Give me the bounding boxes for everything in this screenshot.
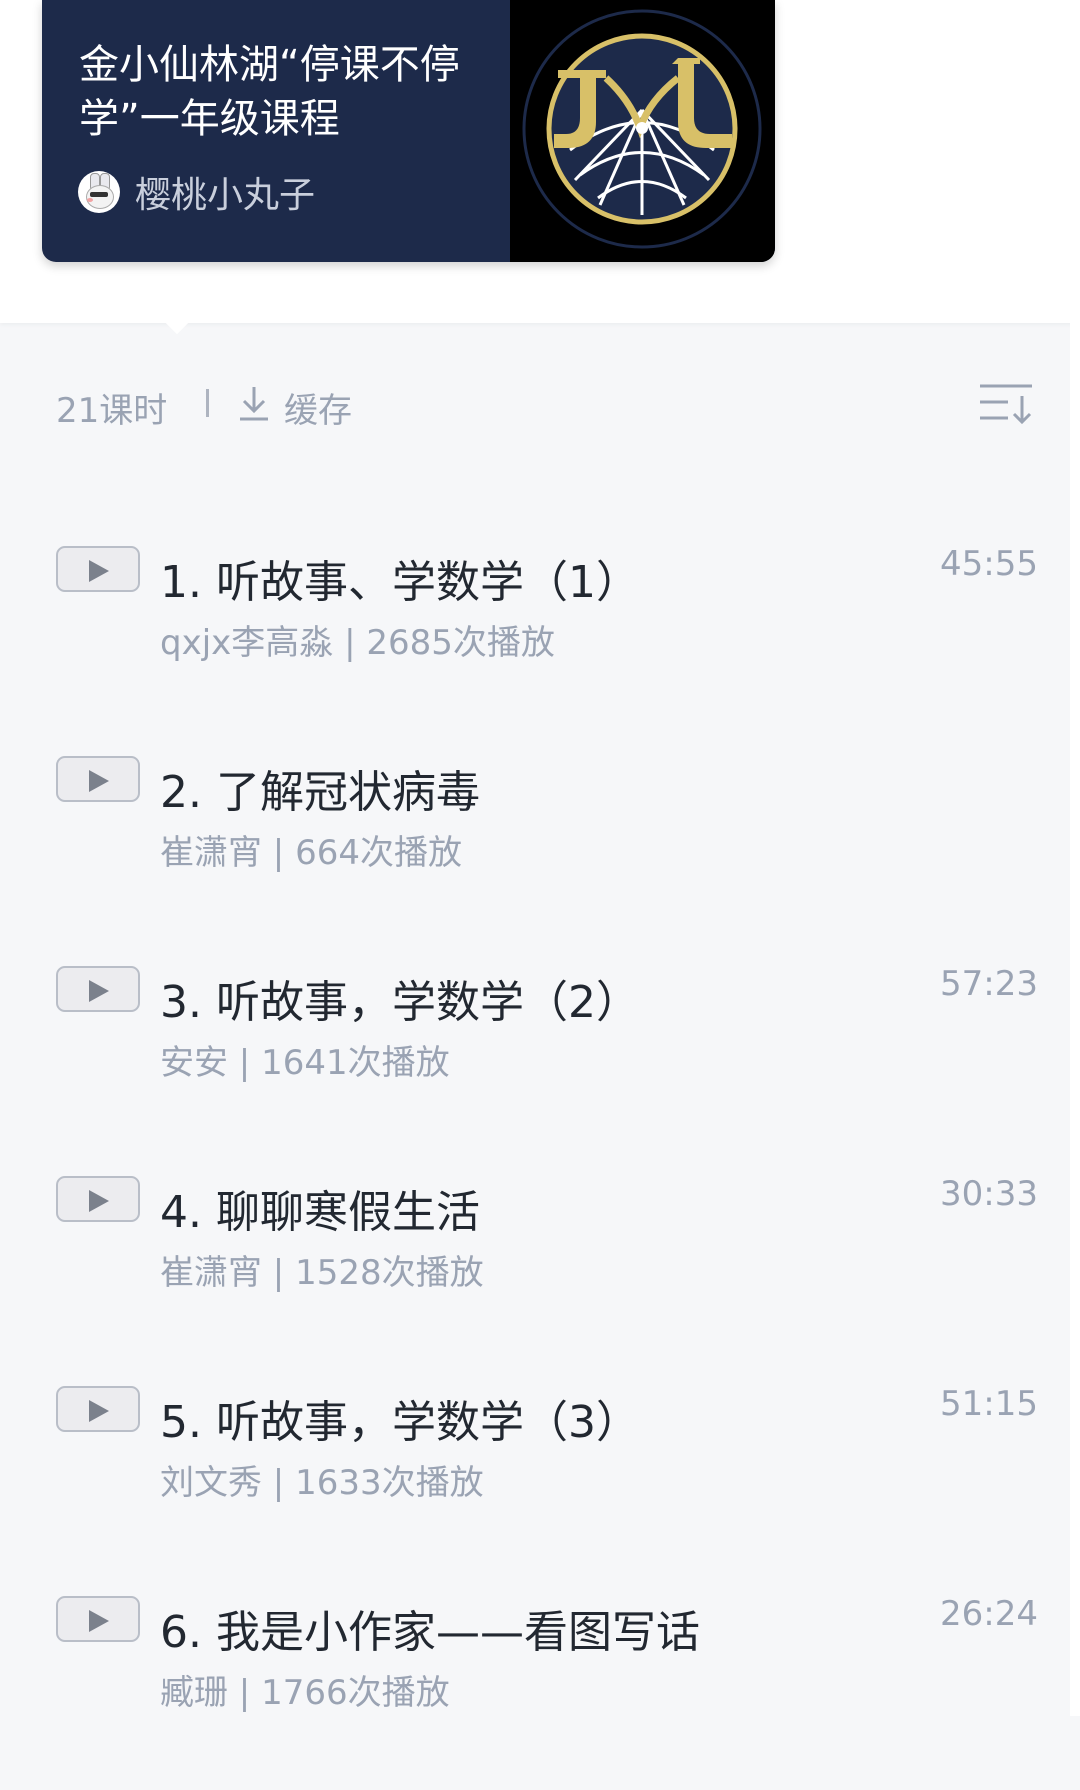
- download-icon[interactable]: [236, 383, 272, 423]
- play-icon[interactable]: [56, 756, 140, 802]
- lesson-title: 4. 聊聊寒假生活: [160, 1187, 480, 1238]
- lesson-row-4[interactable]: 4. 聊聊寒假生活 崔潇宵 | 1528次播放 30:33: [0, 1160, 1080, 1370]
- lesson-duration: 26:24: [940, 1594, 1038, 1634]
- author-avatar: [78, 171, 120, 213]
- school-logo-emblem: [522, 9, 762, 249]
- lesson-duration: 45:55: [940, 544, 1038, 584]
- lesson-meta: 臧珊 | 1766次播放: [160, 1673, 450, 1713]
- lesson-duration: 30:33: [940, 1174, 1038, 1214]
- play-icon[interactable]: [56, 1596, 140, 1642]
- lesson-title: 1. 听故事、学数学（1）: [160, 557, 640, 608]
- lesson-row-3[interactable]: 3. 听故事，学数学（2） 安安 | 1641次播放 57:23: [0, 950, 1080, 1160]
- lesson-row-6[interactable]: 6. 我是小作家——看图写话 臧珊 | 1766次播放 26:24: [0, 1580, 1080, 1790]
- lesson-duration: 57:23: [940, 964, 1038, 1004]
- lesson-title: 6. 我是小作家——看图写话: [160, 1607, 700, 1658]
- cache-button[interactable]: 缓存: [284, 383, 352, 432]
- lesson-row-1[interactable]: 1. 听故事、学数学（1） qxjx李高淼 | 2685次播放 45:55: [0, 530, 1080, 740]
- play-icon[interactable]: [56, 966, 140, 1012]
- lesson-title: 3. 听故事，学数学（2）: [160, 977, 640, 1028]
- lesson-row-5[interactable]: 5. 听故事，学数学（3） 刘文秀 | 1633次播放 51:15: [0, 1370, 1080, 1580]
- lesson-row-2[interactable]: 2. 了解冠状病毒 崔潇宵 | 664次播放: [0, 740, 1080, 950]
- lesson-meta: qxjx李高淼 | 2685次播放: [160, 623, 555, 663]
- lesson-meta: 刘文秀 | 1633次播放: [160, 1463, 484, 1503]
- lesson-title: 5. 听故事，学数学（3）: [160, 1397, 640, 1448]
- sort-descending-icon[interactable]: [978, 382, 1034, 426]
- course-title: 金小仙林湖“停课不停学”一年级课程: [79, 42, 460, 142]
- lesson-meta: 崔潇宵 | 664次播放: [160, 833, 462, 873]
- play-icon[interactable]: [56, 1176, 140, 1222]
- lesson-duration: 51:15: [940, 1384, 1038, 1424]
- lesson-meta: 崔潇宵 | 1528次播放: [160, 1253, 484, 1293]
- card-pointer-notch: [155, 291, 199, 335]
- lesson-count: 21课时: [56, 391, 168, 431]
- course-card[interactable]: 金小仙林湖“停课不停学”一年级课程 樱桃小丸子: [42, 0, 775, 262]
- toolbar-divider: [206, 389, 209, 417]
- course-author[interactable]: 樱桃小丸子: [78, 166, 315, 218]
- author-name: 樱桃小丸子: [135, 175, 316, 216]
- school-logo: [510, 0, 775, 262]
- lesson-title: 2. 了解冠状病毒: [160, 767, 480, 818]
- play-icon[interactable]: [56, 546, 140, 592]
- lesson-meta: 安安 | 1641次播放: [160, 1043, 450, 1083]
- play-icon[interactable]: [56, 1386, 140, 1432]
